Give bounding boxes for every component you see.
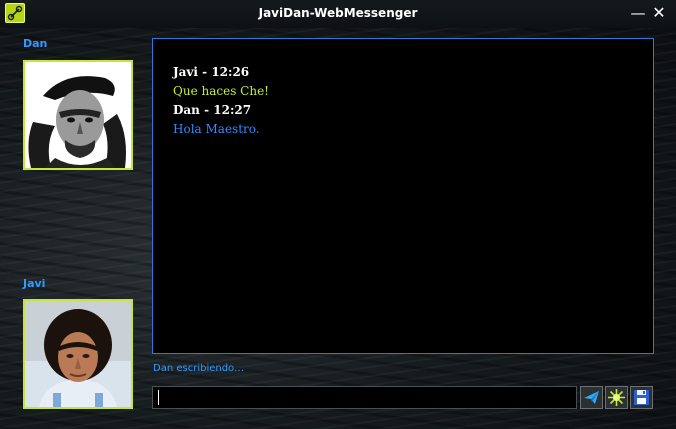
minimize-button[interactable]: — [628,3,648,23]
emoticon-button[interactable] [605,386,628,409]
portrait-beret-image [25,62,131,168]
emoticon-icon [608,389,625,406]
message-text: Hola Maestro. [173,122,260,136]
text-caret [158,390,159,405]
message-input[interactable] [152,386,577,409]
message-author: Dan - 12:27 [173,103,252,117]
send-button[interactable] [580,386,603,409]
save-icon [634,390,649,405]
save-button[interactable] [630,386,653,409]
top-user-avatar [23,60,133,170]
message-item: Dan - 12:27 Hola Maestro. [173,101,633,139]
bottom-user-avatar [23,299,133,409]
message-item: Javi - 12:26 Que haces Che! [173,63,633,101]
window-title: JaviDan-WebMessenger [258,6,418,20]
send-icon [584,391,599,404]
chat-history-panel[interactable]: Javi - 12:26 Que haces Che! Dan - 12:27 … [152,38,654,354]
portrait-curly-hair-image [25,301,131,407]
close-button[interactable]: ✕ [649,3,669,23]
message-author: Javi - 12:26 [173,65,250,79]
title-bar: JaviDan-WebMessenger — ✕ [0,0,676,28]
typing-indicator: Dan escribiendo… [153,363,245,374]
message-text: Que haces Che! [173,84,269,98]
top-user-name: Dan [23,37,48,50]
bottom-user-name: Javi [23,277,46,290]
